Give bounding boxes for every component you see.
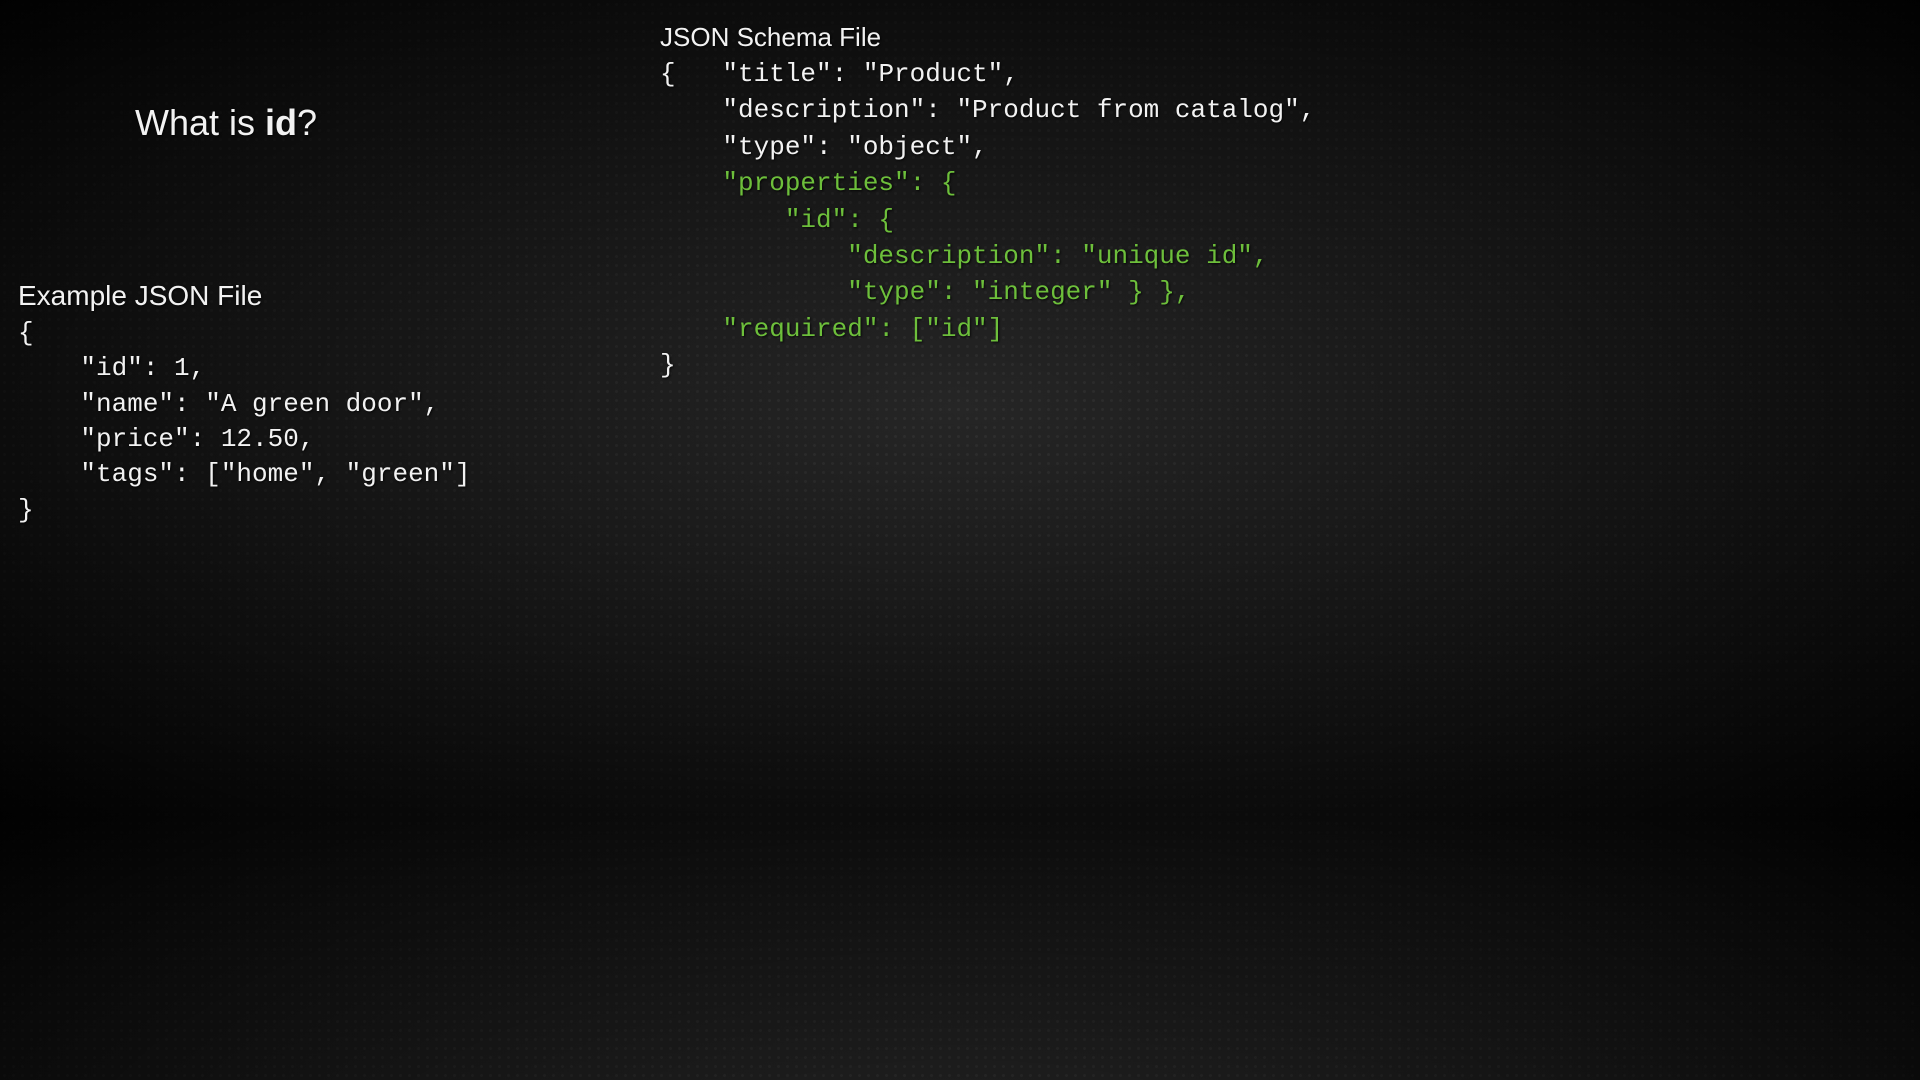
code-line: "type": "object", (660, 132, 988, 162)
code-line-highlight: "type": "integer" } }, (660, 277, 1191, 307)
code-line: "name": "A green door", (18, 389, 439, 419)
code-line-highlight: "required": ["id"] (660, 314, 1003, 344)
json-schema-heading: JSON Schema File (660, 22, 881, 53)
code-line-highlight: "description": "unique id", (660, 241, 1269, 271)
title-bold-term: id (265, 102, 297, 143)
code-line: { (18, 318, 34, 348)
code-line: "id": 1, (18, 353, 205, 383)
code-line: } (18, 495, 34, 525)
title-prefix: What is (135, 102, 265, 143)
code-line: { "title": "Product", (660, 59, 1019, 89)
code-line-highlight: "properties": { (660, 168, 956, 198)
code-line: "price": 12.50, (18, 424, 314, 454)
json-schema-code: { "title": "Product", "description": "Pr… (660, 56, 1315, 384)
example-json-heading: Example JSON File (18, 280, 262, 312)
code-line: } (660, 350, 676, 380)
title-suffix: ? (297, 102, 317, 143)
code-line: "tags": ["home", "green"] (18, 459, 470, 489)
example-json-code: { "id": 1, "name": "A green door", "pric… (18, 316, 470, 528)
code-line-highlight: "id": { (660, 205, 894, 235)
code-line: "description": "Product from catalog", (660, 95, 1315, 125)
slide-title: What is id? (135, 102, 317, 144)
